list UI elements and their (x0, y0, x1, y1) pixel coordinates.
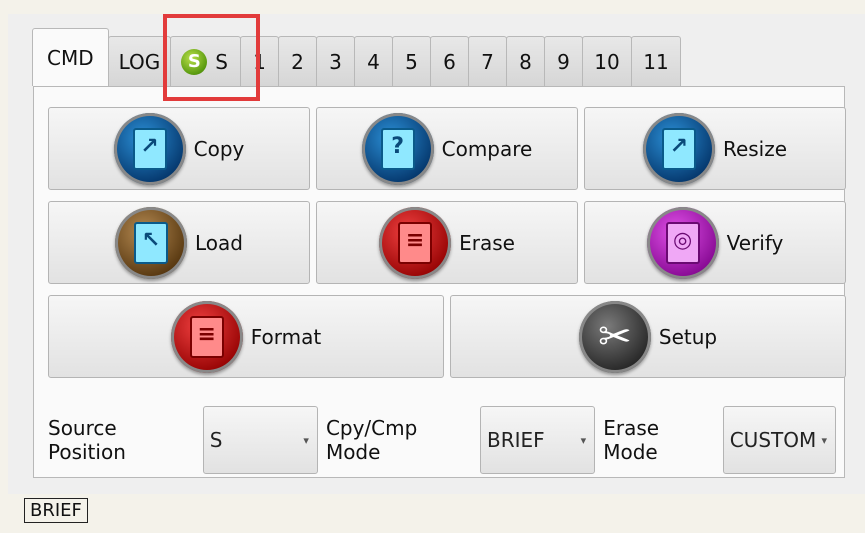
tab-s[interactable]: SS (170, 36, 241, 86)
tab-label: 4 (367, 49, 380, 74)
tab-label: 3 (329, 49, 342, 74)
verify-icon: ◎ (646, 206, 719, 279)
s-status-icon: S (181, 48, 208, 75)
tab-10[interactable]: 10 (582, 36, 632, 86)
wrench-icon: ✂ (578, 300, 651, 373)
tab-label: 10 (594, 49, 620, 74)
copy-button[interactable]: ↗ Copy (48, 107, 310, 190)
tab-log[interactable]: LOG (107, 36, 172, 86)
tab-label: S (215, 49, 228, 74)
tab-11[interactable]: 11 (631, 36, 681, 86)
button-label: Erase (459, 230, 515, 255)
tab-3[interactable]: 3 (316, 36, 355, 86)
chevron-down-icon: ▾ (580, 433, 587, 447)
tab-label: 7 (481, 49, 494, 74)
tab-2[interactable]: 2 (278, 36, 317, 86)
tab-label: 6 (443, 49, 456, 74)
tab-7[interactable]: 7 (468, 36, 507, 86)
source-position-select[interactable]: S ▾ (202, 406, 318, 474)
load-button[interactable]: ↖ Load (48, 201, 310, 284)
cpy-cmp-mode-select[interactable]: BRIEF ▾ (480, 406, 596, 474)
tab-label: LOG (118, 49, 161, 74)
compare-icon: ? (361, 112, 434, 185)
chevron-down-icon: ▾ (303, 433, 309, 447)
select-value: CUSTOM (729, 428, 817, 452)
select-value: S (209, 428, 223, 452)
chevron-down-icon: ▾ (821, 433, 827, 447)
button-label: Verify (726, 230, 784, 255)
tab-label: 11 (643, 49, 669, 74)
erase-mode-select[interactable]: CUSTOM ▾ (722, 406, 836, 474)
tab-5[interactable]: 5 (392, 36, 431, 86)
erase-icon: ≡ (379, 206, 452, 279)
tab-4[interactable]: 4 (354, 36, 393, 86)
button-label: Format (250, 324, 322, 349)
copy-icon: ↗ (113, 112, 186, 185)
tab-8[interactable]: 8 (506, 36, 545, 86)
format-icon: ≡ (170, 300, 243, 373)
options-row: Source Position S ▾ Cpy/Cmp Mode BRIEF ▾… (48, 405, 844, 475)
button-label: Resize (722, 136, 788, 161)
tab-label: 8 (519, 49, 532, 74)
tab-bar: CMD LOG SS 1 2 3 4 5 6 7 8 9 10 11 (32, 28, 681, 86)
button-label: Load (195, 230, 243, 255)
tab-label: 2 (291, 49, 304, 74)
tab-6[interactable]: 6 (430, 36, 469, 86)
app-window: CMD LOG SS 1 2 3 4 5 6 7 8 9 10 11 ↗ Cop… (8, 14, 865, 494)
format-button[interactable]: ≡ Format (48, 295, 444, 378)
button-label: Compare (441, 136, 533, 161)
resize-button[interactable]: ↗ Resize (584, 107, 846, 190)
button-label: Setup (658, 324, 718, 349)
tab-1[interactable]: 1 (240, 36, 279, 86)
tab-label: 5 (405, 49, 418, 74)
cmd-panel: ↗ Copy ? Compare ↗ Resize ↖ Load ≡ Erase… (33, 86, 846, 478)
tab-label: 1 (253, 49, 266, 74)
status-badge: BRIEF (24, 498, 88, 523)
verify-button[interactable]: ◎ Verify (584, 201, 846, 284)
tab-label: CMD (47, 45, 94, 70)
tab-cmd[interactable]: CMD (32, 28, 109, 86)
select-value: BRIEF (487, 428, 545, 452)
button-label: Copy (193, 136, 245, 161)
setup-button[interactable]: ✂ Setup (450, 295, 846, 378)
erase-button[interactable]: ≡ Erase (316, 201, 578, 284)
resize-icon: ↗ (642, 112, 715, 185)
load-icon: ↖ (115, 206, 187, 279)
tab-label: 9 (557, 49, 570, 74)
tab-9[interactable]: 9 (544, 36, 583, 86)
erase-mode-label: Erase Mode (603, 416, 660, 464)
compare-button[interactable]: ? Compare (316, 107, 578, 190)
source-position-label: Source Position (48, 416, 126, 464)
cpy-cmp-mode-label: Cpy/Cmp Mode (325, 416, 418, 464)
